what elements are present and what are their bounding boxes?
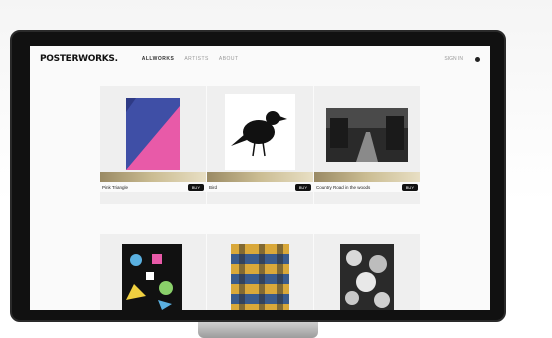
poster-floral: [340, 244, 394, 310]
product-card[interactable]: Pink Triangle BUY: [100, 86, 206, 204]
scene: POSTERWORKS. ALLWORKS ARTISTS ABOUT SIGN…: [0, 0, 552, 338]
buy-button[interactable]: BUY: [401, 183, 418, 191]
cart-icon[interactable]: [475, 56, 480, 62]
buy-button[interactable]: BUY: [187, 183, 204, 191]
poster-country-road: [326, 108, 408, 162]
product-card[interactable]: [207, 234, 313, 310]
poster-bird: [225, 94, 295, 170]
buy-button[interactable]: BUY: [294, 183, 311, 191]
monitor-screen: POSTERWORKS. ALLWORKS ARTISTS ABOUT SIGN…: [30, 46, 490, 310]
site-header: POSTERWORKS. ALLWORKS ARTISTS ABOUT SIGN…: [30, 46, 490, 72]
product-card[interactable]: [314, 234, 420, 310]
monitor-stand: [198, 322, 318, 338]
main-nav: ALLWORKS ARTISTS ABOUT: [142, 56, 239, 62]
poster-mosaic-pattern: [231, 244, 289, 310]
product-caption: Country Road in the woods BUY: [314, 182, 420, 192]
signin-link[interactable]: SIGN IN: [444, 56, 463, 62]
product-title[interactable]: Bird: [209, 185, 217, 190]
nav-item-about[interactable]: ABOUT: [219, 56, 239, 62]
product-image-strip: [100, 172, 206, 182]
product-image-strip: [207, 172, 313, 182]
monitor-bezel: POSTERWORKS. ALLWORKS ARTISTS ABOUT SIGN…: [10, 30, 506, 322]
poster-pink-triangle: [126, 98, 180, 170]
product-card[interactable]: Bird BUY: [207, 86, 313, 204]
product-title[interactable]: Country Road in the woods: [316, 185, 370, 190]
product-card[interactable]: Country Road in the woods BUY: [314, 86, 420, 204]
nav-item-artists[interactable]: ARTISTS: [184, 56, 209, 62]
product-caption: Bird BUY: [207, 182, 313, 192]
nav-item-allworks[interactable]: ALLWORKS: [142, 56, 175, 62]
product-title[interactable]: Pink Triangle: [102, 185, 128, 190]
product-image-strip: [314, 172, 420, 182]
product-caption: Pink Triangle BUY: [100, 182, 206, 192]
poster-geometric-shapes: [122, 244, 182, 310]
header-right: SIGN IN: [444, 56, 480, 62]
product-card[interactable]: [100, 234, 206, 310]
site-logo[interactable]: POSTERWORKS.: [40, 54, 118, 64]
